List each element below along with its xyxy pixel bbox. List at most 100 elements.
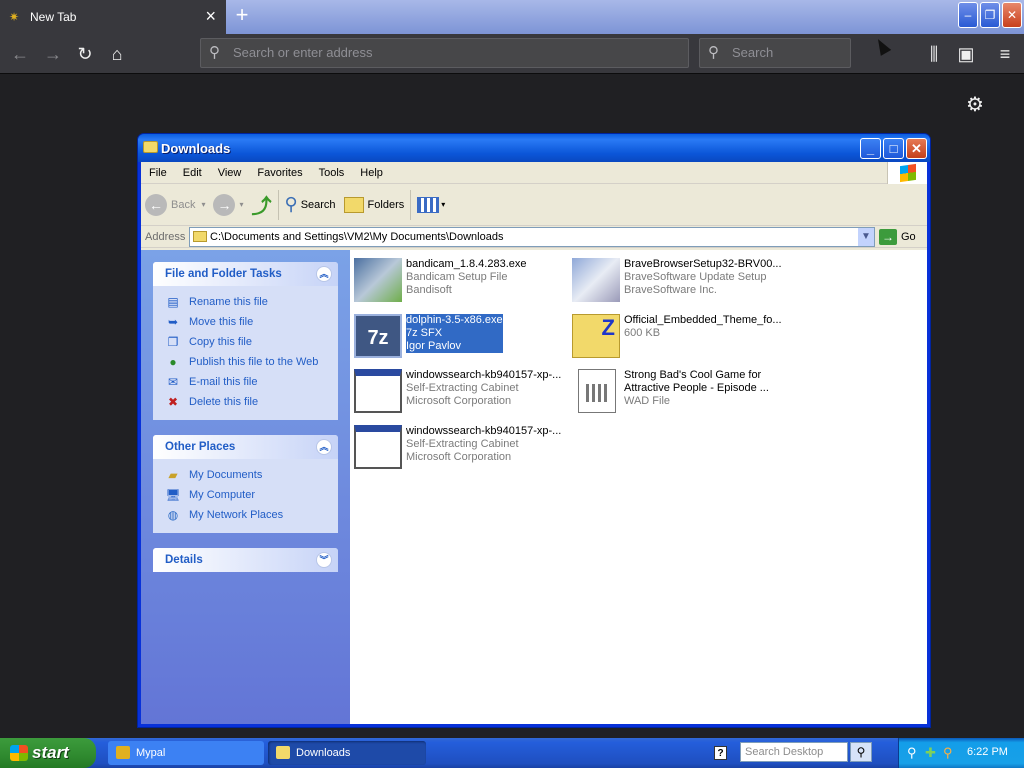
clock[interactable]: 6:22 PM bbox=[967, 746, 1008, 758]
menu-tools[interactable]: Tools bbox=[311, 167, 353, 179]
sidebar-icon[interactable]: ▣ bbox=[954, 43, 978, 65]
address-input[interactable]: C:\Documents and Settings\VM2\My Documen… bbox=[189, 226, 875, 247]
new-tab-plus-icon[interactable]: + bbox=[232, 4, 252, 26]
menu-icon[interactable]: ≡ bbox=[993, 43, 1017, 65]
task-copy[interactable]: ❐ Copy this file bbox=[165, 332, 338, 352]
search-placeholder: Search bbox=[732, 45, 774, 60]
forward-arrow-icon[interactable]: → bbox=[41, 43, 65, 65]
file-meta: WAD File bbox=[624, 395, 671, 407]
menu-help[interactable]: Help bbox=[352, 167, 391, 179]
close-icon[interactable]: ✕ bbox=[1002, 2, 1022, 28]
explorer-title-bar[interactable]: Downloads _ □ ✕ bbox=[138, 134, 930, 162]
file-item[interactable]: BraveBrowserSetup32-BRV00... BraveSoftwar… bbox=[568, 254, 786, 304]
details-header[interactable]: Details ︾ bbox=[153, 548, 338, 572]
chevron-down-icon[interactable]: ▾ bbox=[239, 200, 243, 209]
file-meta: Microsoft Corporation bbox=[406, 451, 512, 463]
file-meta: BraveSoftware Inc. bbox=[624, 284, 717, 296]
windows-flag-icon bbox=[900, 163, 916, 183]
up-folder-button[interactable]: ⤴ bbox=[248, 188, 276, 222]
folders-button[interactable]: Folders bbox=[340, 188, 409, 222]
close-icon[interactable]: ✕ bbox=[906, 138, 927, 159]
chevron-down-icon[interactable]: ︾ bbox=[316, 552, 332, 568]
search-icon: ⚲ bbox=[284, 194, 298, 214]
file-type: Self-Extracting Cabinet bbox=[406, 438, 519, 450]
other-places-header[interactable]: Other Places ︽ bbox=[153, 435, 338, 459]
file-meta: Microsoft Corporation bbox=[406, 395, 512, 407]
search-input[interactable]: ⚲ Search bbox=[699, 38, 851, 68]
menu-view[interactable]: View bbox=[210, 167, 250, 179]
copy-icon: ❐ bbox=[167, 335, 179, 349]
network-icon[interactable]: ✚ bbox=[925, 745, 936, 761]
chevron-down-icon[interactable]: ▾ bbox=[201, 200, 205, 209]
search-button[interactable]: ⚲ Search bbox=[281, 188, 340, 222]
maximize-icon[interactable]: □ bbox=[883, 138, 904, 159]
forward-button[interactable]: → ▾ bbox=[209, 188, 247, 222]
taskbar-item-downloads[interactable]: Downloads bbox=[268, 741, 426, 765]
go-button[interactable]: → Go bbox=[875, 228, 927, 245]
mypal-icon bbox=[116, 746, 130, 759]
chevron-up-icon[interactable]: ︽ bbox=[316, 266, 332, 282]
views-icon bbox=[417, 196, 440, 213]
tab-close-icon[interactable]: × bbox=[205, 6, 216, 27]
chevron-up-icon[interactable]: ︽ bbox=[316, 439, 332, 455]
minimize-icon[interactable]: _ bbox=[860, 138, 881, 159]
search-tray-icon[interactable]: ⚲ bbox=[943, 745, 953, 761]
toolbar-separator bbox=[277, 189, 279, 220]
start-button[interactable]: start bbox=[0, 738, 96, 768]
desktop-search-button[interactable]: ⚲ bbox=[850, 742, 872, 762]
minimize-icon[interactable]: – bbox=[958, 2, 978, 28]
document-icon bbox=[578, 369, 616, 413]
file-item[interactable]: Strong Bad's Cool Game for Attractive Peo… bbox=[568, 365, 786, 415]
chevron-down-icon[interactable]: ▼ bbox=[858, 227, 874, 246]
search-icon[interactable]: ⚲ bbox=[907, 745, 917, 761]
folders-label: Folders bbox=[367, 198, 405, 211]
help-icon[interactable]: ? bbox=[714, 746, 727, 760]
file-item[interactable]: windowssearch-kb940157-xp-... Self-Extrac… bbox=[350, 365, 568, 415]
task-rename[interactable]: ▤ Rename this file bbox=[165, 292, 338, 312]
gear-icon[interactable]: ⚙ bbox=[966, 92, 984, 117]
go-label: Go bbox=[901, 230, 916, 243]
back-arrow-icon[interactable]: ← bbox=[8, 43, 32, 65]
back-button[interactable]: ← Back ▾ bbox=[141, 188, 209, 222]
views-button[interactable]: ▾ bbox=[413, 188, 449, 222]
place-my-documents[interactable]: ▰ My Documents bbox=[165, 465, 338, 485]
menu-edit[interactable]: Edit bbox=[175, 167, 210, 179]
file-type: BraveSoftware Update Setup bbox=[624, 271, 767, 283]
reload-icon[interactable]: ↻ bbox=[73, 43, 97, 65]
desktop-search-input[interactable]: Search Desktop bbox=[740, 742, 848, 762]
file-item[interactable]: 7z dolphin-3.5-x86.exe 7z SFX Igor Pavlov bbox=[350, 310, 568, 360]
menu-file[interactable]: File bbox=[141, 167, 175, 179]
address-bar: Address C:\Documents and Settings\VM2\My… bbox=[141, 226, 927, 248]
address-path: C:\Documents and Settings\VM2\My Documen… bbox=[210, 230, 504, 243]
file-item[interactable]: bandicam_1.8.4.283.exe Bandicam Setup Fil… bbox=[350, 254, 568, 304]
back-arrow-icon: ← bbox=[145, 193, 167, 216]
library-icon[interactable]: ⫼ bbox=[922, 43, 946, 65]
search-icon: ⚲ bbox=[209, 44, 220, 61]
file-folder-tasks-header[interactable]: File and Folder Tasks ︽ bbox=[153, 262, 338, 286]
computer-icon: 🖥 bbox=[165, 488, 181, 502]
home-icon[interactable]: ⌂ bbox=[105, 43, 129, 65]
menu-favorites[interactable]: Favorites bbox=[249, 167, 310, 179]
task-label: Delete this file bbox=[189, 396, 259, 408]
folders-icon bbox=[343, 196, 364, 213]
task-email[interactable]: ✉ E-mail this file bbox=[165, 372, 338, 392]
tab-new-tab[interactable]: ✷ New Tab × bbox=[0, 0, 226, 34]
file-item[interactable]: windowssearch-kb940157-xp-... Self-Extrac… bbox=[350, 421, 568, 471]
task-delete[interactable]: ✖ Delete this file bbox=[165, 392, 338, 412]
taskbar-item-mypal[interactable]: Mypal bbox=[108, 741, 264, 765]
place-my-computer[interactable]: 🖥 My Computer bbox=[165, 485, 338, 505]
file-item[interactable]: Z Official_Embedded_Theme_fo... 600 KB bbox=[568, 310, 786, 360]
restore-icon[interactable]: ❐ bbox=[980, 2, 1000, 28]
task-label: Publish this file to the Web bbox=[189, 356, 319, 368]
url-input[interactable]: ⚲ Search or enter address bbox=[200, 38, 689, 68]
task-move[interactable]: ➥ Move this file bbox=[165, 312, 338, 332]
place-my-network[interactable]: ◍ My Network Places bbox=[165, 505, 338, 525]
taskbar-item-label: Mypal bbox=[136, 747, 166, 759]
chevron-down-icon: ▾ bbox=[441, 200, 446, 209]
file-name: dolphin-3.5-x86.exe bbox=[406, 314, 503, 326]
tab-title: New Tab bbox=[30, 10, 77, 24]
task-publish[interactable]: ● Publish this file to the Web bbox=[165, 352, 338, 372]
web-publish-icon: ● bbox=[169, 355, 177, 369]
folder-icon bbox=[193, 230, 207, 242]
taskbar: start Mypal Downloads ? Search Desktop ⚲… bbox=[0, 738, 1024, 768]
